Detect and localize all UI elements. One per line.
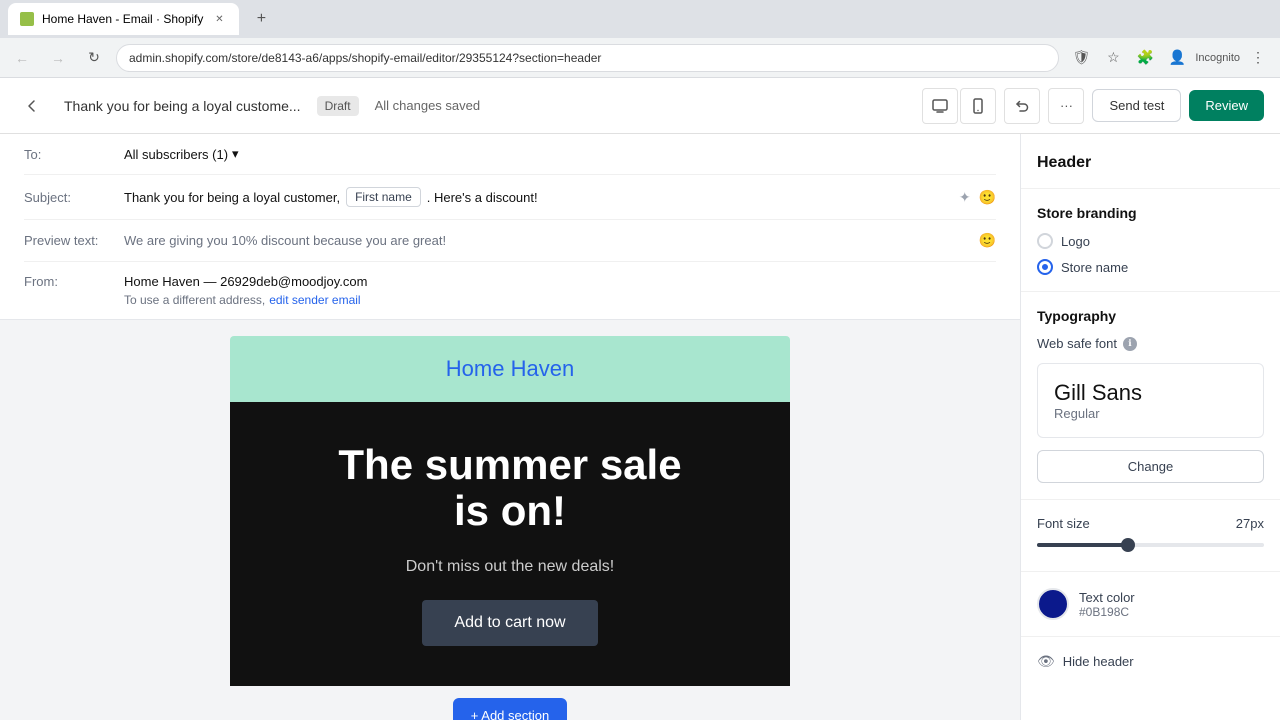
email-subtext: Don't miss out the new deals! [262, 558, 758, 576]
eye-icon: 👁 [1037, 653, 1055, 670]
change-font-button[interactable]: Change [1037, 450, 1264, 483]
from-extra-text: To use a different address, [124, 293, 265, 307]
info-icon[interactable]: ℹ [1123, 337, 1137, 351]
text-color-section: Text color #0B198C [1021, 572, 1280, 637]
send-test-button[interactable]: Send test [1092, 89, 1181, 122]
store-branding-label: Store branding [1037, 205, 1264, 221]
browser-tab[interactable]: Home Haven - Email · Shopify ✕ [8, 3, 239, 35]
review-button[interactable]: Review [1189, 90, 1264, 121]
emoji-icon[interactable]: 🙂 [979, 189, 996, 206]
font-style: Regular [1054, 406, 1247, 421]
subject-prefix: Thank you for being a loyal customer, [124, 190, 340, 205]
to-value: All subscribers (1) [124, 147, 228, 162]
font-size-value: 27px [1236, 516, 1264, 531]
text-color-hex: #0B198C [1079, 605, 1135, 619]
store-name-label: Store name [1061, 260, 1128, 275]
undo-button[interactable] [1004, 88, 1040, 124]
more-options-button[interactable]: ··· [1048, 88, 1084, 124]
store-name-radio[interactable]: Store name [1037, 259, 1264, 275]
logo-radio-circle [1037, 233, 1053, 249]
hide-header-row[interactable]: 👁 Hide header [1021, 637, 1280, 686]
email-brand-name: Home Haven [250, 356, 770, 382]
reload-button[interactable]: ↻ [80, 44, 108, 72]
add-section-button[interactable]: + Add section [453, 698, 567, 720]
email-cta-button[interactable]: Add to cart now [422, 600, 597, 646]
text-color-label: Text color [1079, 590, 1135, 605]
right-panel: Header Store branding Logo Store name [1020, 134, 1280, 720]
font-size-label: Font size [1037, 516, 1228, 531]
from-label: From: [24, 274, 124, 289]
tab-favicon [20, 12, 34, 26]
bookmark-icon[interactable]: ☆ [1099, 44, 1127, 72]
color-swatch[interactable] [1037, 588, 1069, 620]
store-name-radio-circle [1037, 259, 1053, 275]
typography-label: Typography [1037, 308, 1264, 324]
back-button[interactable] [16, 90, 48, 122]
store-branding-section: Store branding Logo Store name [1021, 189, 1280, 292]
to-row: To: All subscribers (1) ▾ [24, 134, 996, 175]
font-size-section: Font size 27px [1021, 500, 1280, 572]
first-name-chip[interactable]: First name [346, 187, 421, 207]
mobile-view-icon[interactable] [960, 88, 996, 124]
forward-nav-button[interactable]: → [44, 44, 72, 72]
tab-close-icon[interactable]: ✕ [211, 11, 227, 27]
edit-sender-link[interactable]: edit sender email [269, 293, 360, 307]
draft-badge: Draft [317, 96, 359, 116]
email-body-section[interactable]: The summer sale is on! Don't miss out th… [230, 402, 790, 686]
font-size-slider[interactable] [1037, 543, 1264, 547]
back-nav-button[interactable]: ← [8, 44, 36, 72]
email-header-section[interactable]: Home Haven [230, 336, 790, 402]
logo-radio[interactable]: Logo [1037, 233, 1264, 249]
preview-value: We are giving you 10% discount because y… [124, 233, 446, 248]
email-canvas: Home Haven The summer sale is on! Don't … [0, 320, 1020, 720]
desktop-view-icon[interactable] [922, 88, 958, 124]
new-tab-button[interactable]: + [247, 5, 275, 33]
preview-row: Preview text: We are giving you 10% disc… [24, 220, 996, 262]
preview-label: Preview text: [24, 233, 124, 248]
email-title: Thank you for being a loyal custome... [64, 98, 301, 114]
font-name: Gill Sans [1054, 380, 1247, 406]
hide-header-label: Hide header [1063, 654, 1134, 669]
panel-title: Header [1037, 154, 1264, 172]
typography-section: Typography Web safe font ℹ Gill Sans Reg… [1021, 292, 1280, 500]
subject-suffix: . Here's a discount! [427, 190, 538, 205]
subscribers-selector[interactable]: All subscribers (1) ▾ [124, 146, 996, 162]
preview-emoji-icon[interactable]: 🙂 [979, 232, 996, 249]
tab-title: Home Haven - Email · Shopify [42, 12, 203, 26]
incognito-label: Incognito [1195, 52, 1240, 64]
from-value: Home Haven — 26929deb@moodjoy.com [124, 274, 367, 289]
menu-icon[interactable]: ⋮ [1244, 44, 1272, 72]
chevron-down-icon: ▾ [232, 146, 239, 162]
web-safe-label: Web safe font [1037, 336, 1117, 351]
font-preview: Gill Sans Regular [1037, 363, 1264, 438]
subject-row: Subject: Thank you for being a loyal cus… [24, 175, 996, 220]
shield-icon: 🛡 [1067, 44, 1095, 72]
email-headline: The summer sale is on! [262, 442, 758, 534]
saved-status: All changes saved [375, 98, 481, 113]
subject-label: Subject: [24, 190, 124, 205]
address-bar[interactable]: admin.shopify.com/store/de8143-a6/apps/s… [116, 44, 1059, 72]
personalize-icon[interactable]: ✦ [959, 189, 971, 206]
extension-icon[interactable]: 🧩 [1131, 44, 1159, 72]
logo-label: Logo [1061, 234, 1090, 249]
profile-icon[interactable]: 👤 [1163, 44, 1191, 72]
url-text: admin.shopify.com/store/de8143-a6/apps/s… [129, 51, 601, 65]
from-row: From: Home Haven — 26929deb@moodjoy.com … [24, 262, 996, 319]
to-label: To: [24, 147, 124, 162]
